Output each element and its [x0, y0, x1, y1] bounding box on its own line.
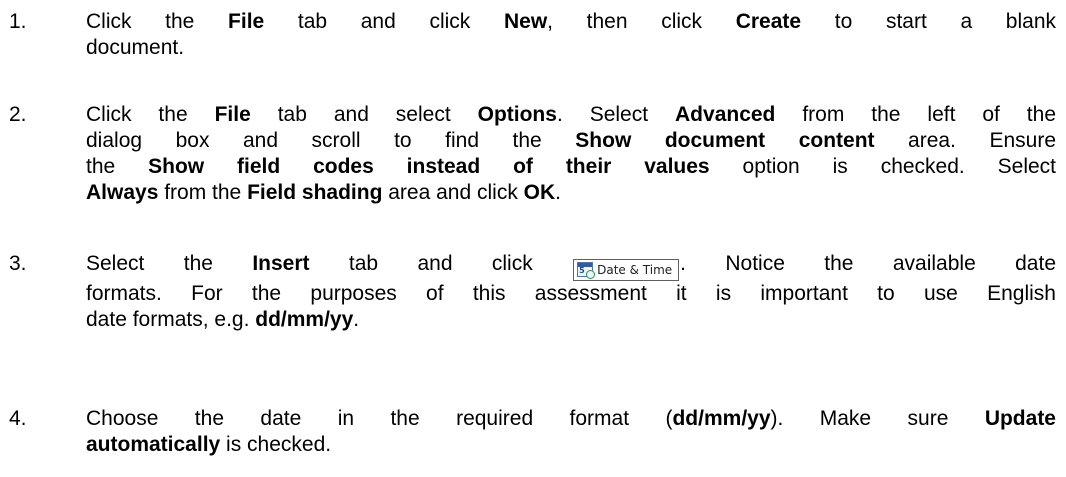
- step-number: 2.: [9, 103, 27, 126]
- text-line: document.: [86, 36, 185, 59]
- text-line: Always from the Field shading area and c…: [86, 181, 562, 204]
- step-text: Choose the date in the required format (…: [86, 406, 1056, 458]
- step-number: 4.: [9, 407, 27, 430]
- date-time-calendar-icon: 5: [577, 262, 596, 279]
- text-line: dialog box and scroll to find the Show d…: [86, 129, 1056, 152]
- step-text: Select the Insert tab and click 5 Date & …: [86, 251, 1056, 333]
- step-text: Click the File tab and click New, then c…: [86, 9, 1056, 61]
- text-line: Select the Insert tab and click 5 Date & …: [86, 251, 1056, 281]
- step-text: Click the File tab and select Options. S…: [86, 102, 1056, 206]
- date-time-button-label: Date & Time: [597, 263, 673, 277]
- date-time-button[interactable]: 5 Date & Time: [573, 259, 680, 281]
- text-line: Click the File tab and click New, then c…: [86, 10, 1057, 33]
- text-line: Choose the date in the required format (…: [86, 407, 1056, 430]
- text-line: date formats, e.g. dd/mm/yy.: [86, 308, 360, 331]
- text-line: automatically is checked.: [86, 433, 332, 456]
- text-line: formats. For the purposes of this assess…: [86, 282, 1056, 305]
- step-number: 1.: [9, 10, 27, 33]
- step-number: 3.: [9, 252, 27, 275]
- text-line: Click the File tab and select Options. S…: [86, 103, 1056, 126]
- text-line: the Show field codes instead of their va…: [86, 155, 1057, 178]
